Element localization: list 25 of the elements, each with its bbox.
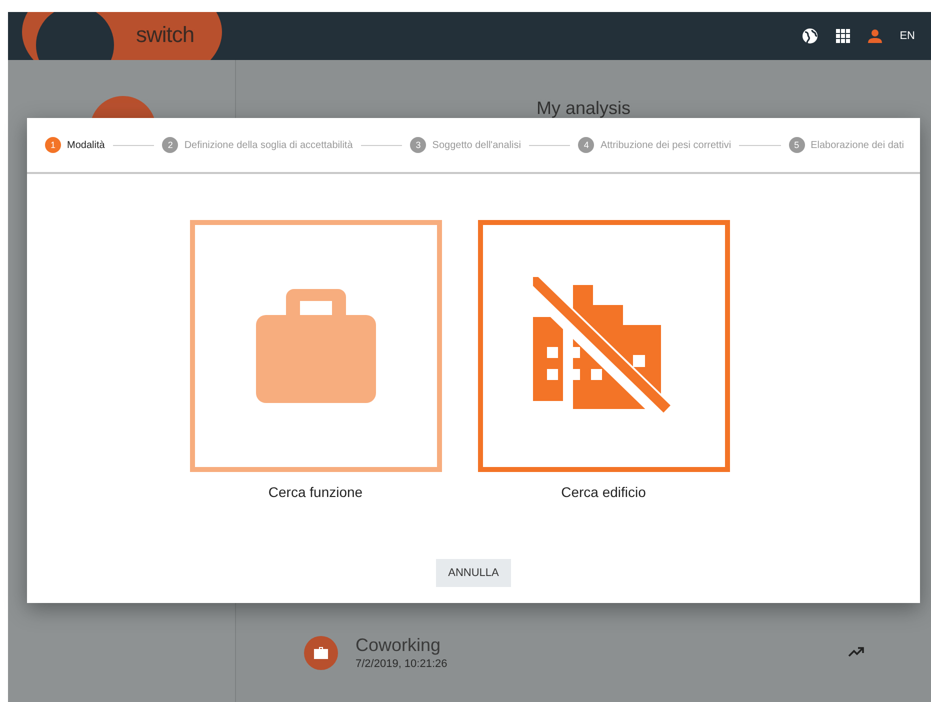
page-title: My analysis xyxy=(536,98,631,119)
step-number: 3 xyxy=(410,137,426,153)
briefcase-icon xyxy=(314,646,328,658)
step-number: 2 xyxy=(162,137,178,153)
option-label: Cerca edificio xyxy=(561,484,646,500)
step-label[interactable]: Attribuzione dei pesi correttivi xyxy=(600,140,732,150)
language-button[interactable]: EN xyxy=(900,30,915,42)
briefcase-icon xyxy=(256,289,376,403)
apps-grid-icon[interactable] xyxy=(836,29,850,43)
item-name: Coworking xyxy=(356,635,442,656)
step-number: 1 xyxy=(45,137,61,153)
step-label[interactable]: Soggetto dell'analisi xyxy=(432,140,521,150)
option-label: Cerca funzione xyxy=(268,484,363,500)
step-number: 5 xyxy=(788,137,805,153)
cancel-button[interactable]: ANNULLA xyxy=(436,559,511,587)
trending-up-icon[interactable] xyxy=(848,646,864,656)
user-icon[interactable] xyxy=(868,29,882,43)
logo-text: switch xyxy=(136,22,194,48)
option-card[interactable] xyxy=(478,220,730,472)
step-label[interactable]: Definizione della soglia di accettabilità xyxy=(184,140,353,150)
step-label[interactable]: Elaborazione dei dati xyxy=(810,140,904,150)
item-date: 7/2/2019, 10:21:26 xyxy=(356,658,448,670)
step-number: 4 xyxy=(578,137,594,153)
step-label[interactable]: Modalità xyxy=(67,140,105,150)
globe-icon[interactable] xyxy=(802,28,818,44)
